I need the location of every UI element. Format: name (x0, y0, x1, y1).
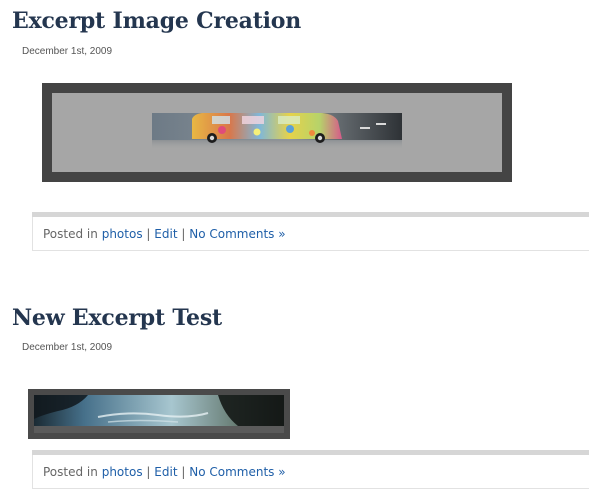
separator: | (146, 465, 151, 479)
excerpt-image[interactable] (42, 83, 512, 182)
post-title[interactable]: New Excerpt Test (12, 305, 222, 331)
posted-in-label: Posted in (43, 227, 98, 241)
category-link[interactable]: photos (102, 465, 143, 479)
posted-in-label: Posted in (43, 465, 98, 479)
separator: | (181, 465, 186, 479)
edit-link[interactable]: Edit (154, 465, 177, 479)
river-photo (28, 389, 290, 439)
comments-link[interactable]: No Comments » (189, 465, 285, 479)
separator: | (181, 227, 186, 241)
blog-page: Excerpt Image Creation December 1st, 200… (0, 0, 589, 501)
separator: | (146, 227, 151, 241)
post-meta: Posted in photos | Edit | No Comments » (32, 455, 589, 489)
post-date: December 1st, 2009 (22, 342, 113, 353)
post-date: December 1st, 2009 (22, 46, 113, 57)
excerpt-image[interactable] (28, 389, 290, 439)
post-meta: Posted in photos | Edit | No Comments » (32, 217, 589, 251)
bus-photo (52, 93, 502, 172)
edit-link[interactable]: Edit (154, 227, 177, 241)
post-title[interactable]: Excerpt Image Creation (12, 8, 301, 34)
category-link[interactable]: photos (102, 227, 143, 241)
comments-link[interactable]: No Comments » (189, 227, 285, 241)
